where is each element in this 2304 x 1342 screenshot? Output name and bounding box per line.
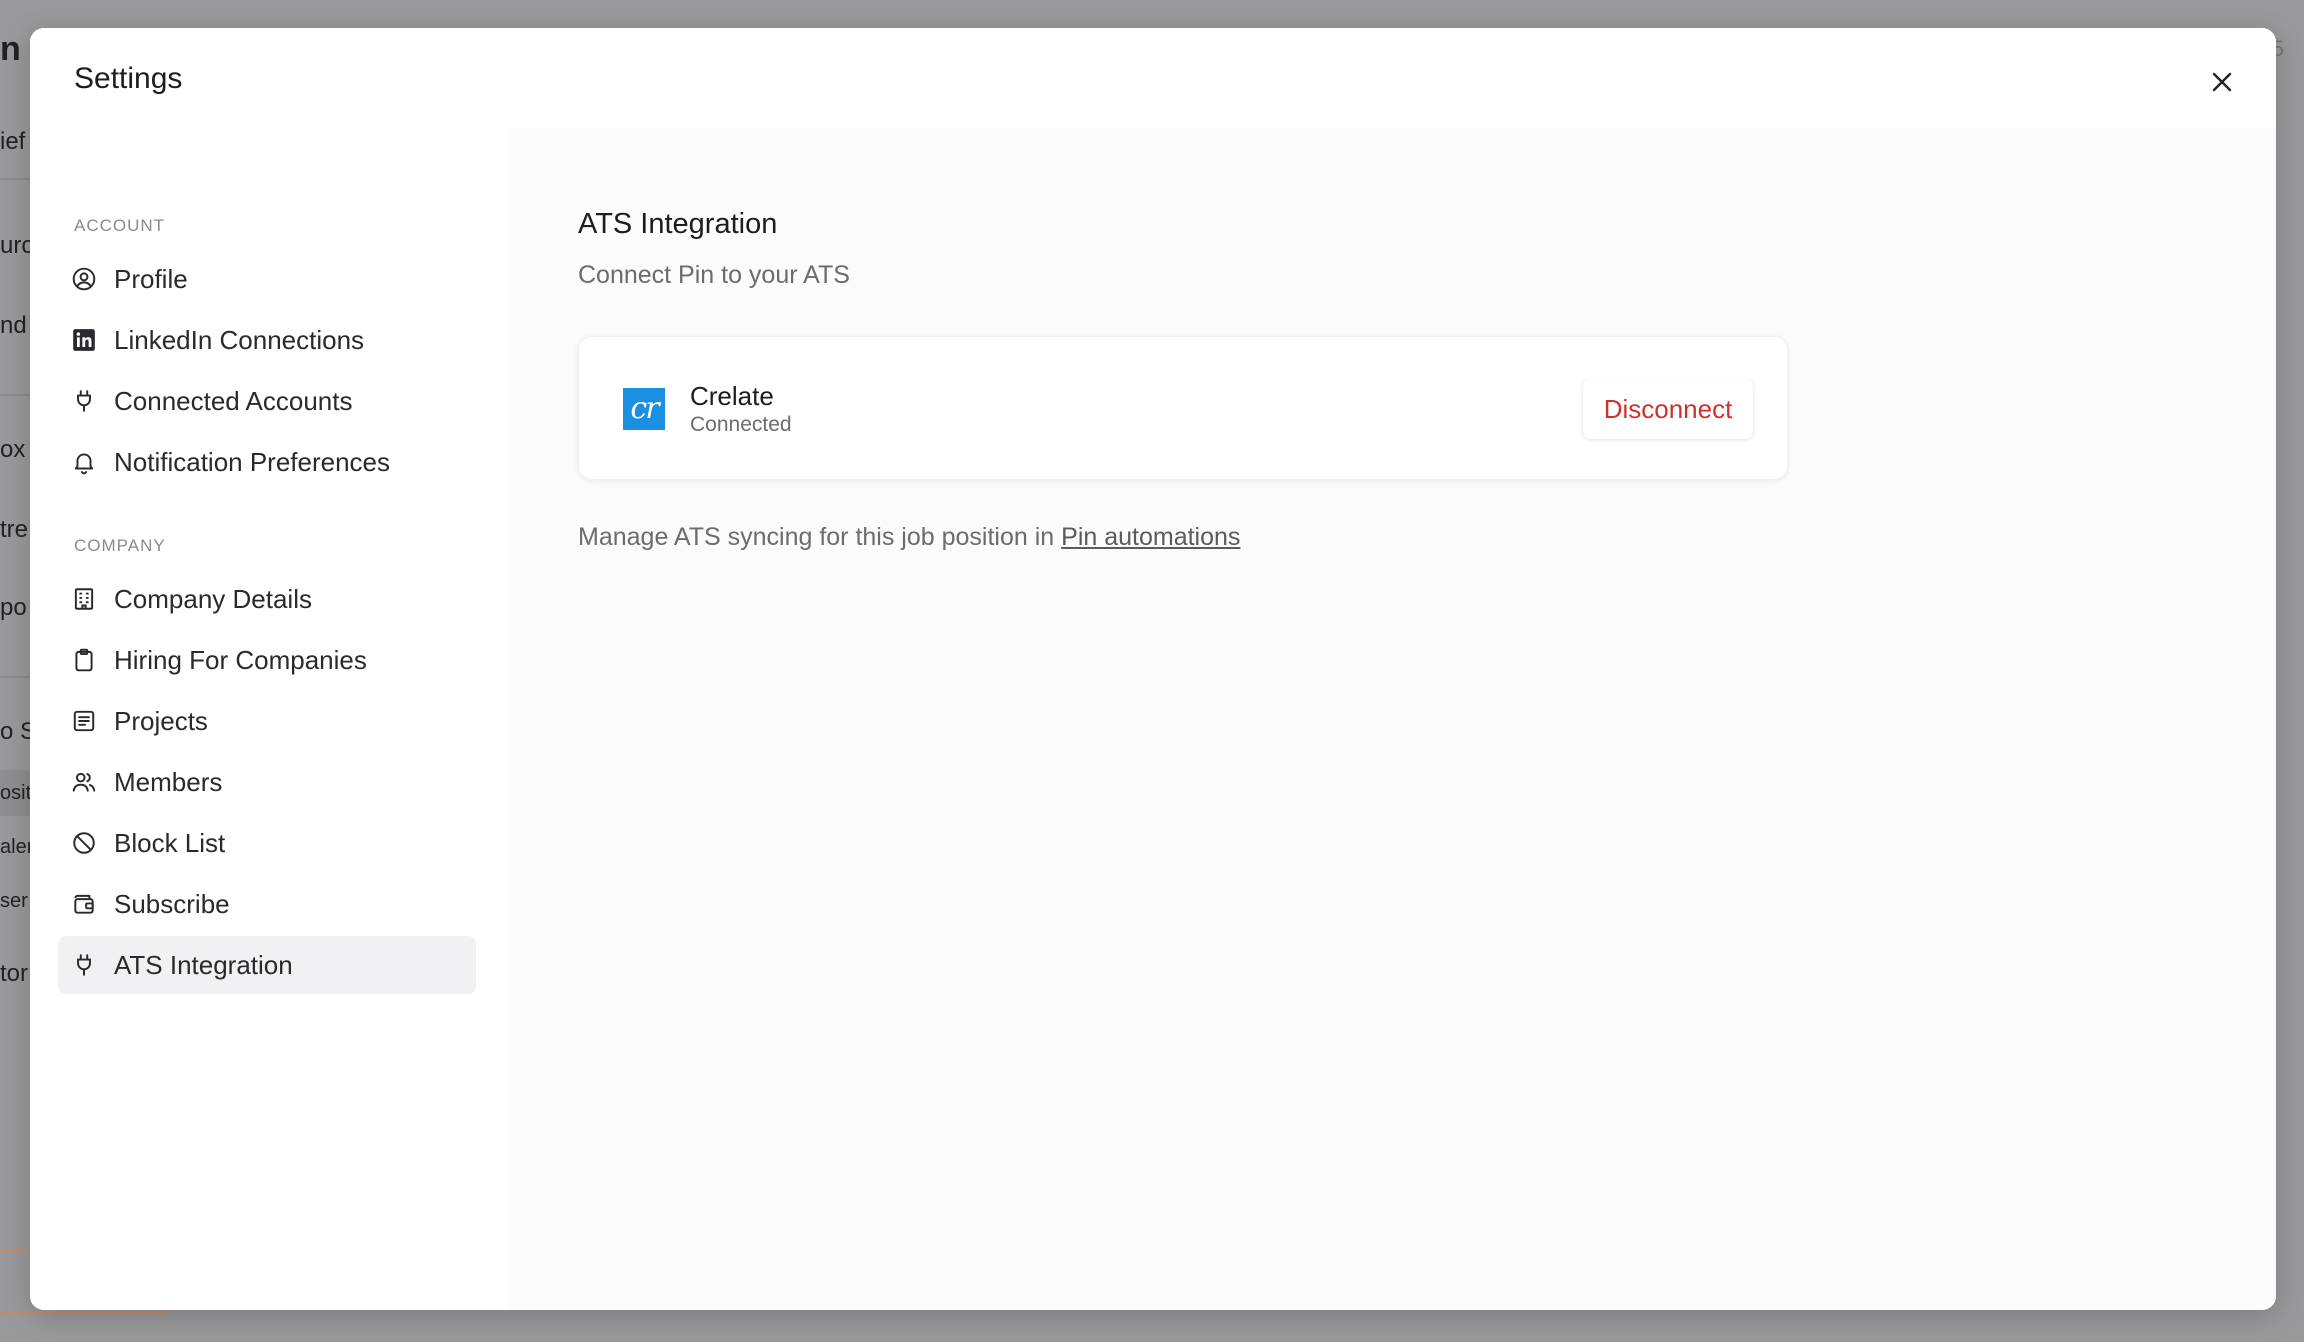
manage-ats-label: Manage ATS syncing for this job position… xyxy=(578,523,1055,551)
bg-fragment: n xyxy=(0,30,21,68)
settings-modal: Settings ACCOUNT Profile LinkedIn Connec… xyxy=(30,28,2276,1310)
bg-fragment: osit xyxy=(0,782,32,804)
bg-fragment: tre xyxy=(0,516,29,543)
section-label-account: ACCOUNT xyxy=(74,216,166,235)
wallet-icon xyxy=(70,890,98,918)
bg-fragment: aler xyxy=(0,836,34,858)
plug-icon xyxy=(70,951,98,979)
sidebar-item-hiring-for-companies[interactable]: Hiring For Companies xyxy=(58,631,476,689)
linkedin-icon xyxy=(70,326,98,354)
clipboard-icon xyxy=(70,646,98,674)
bg-fragment: ief xyxy=(0,128,26,155)
bg-fragment: urc xyxy=(0,232,34,259)
list-icon xyxy=(70,707,98,735)
bg-divider xyxy=(0,394,30,396)
sidebar-item-profile[interactable]: Profile xyxy=(58,250,476,308)
sidebar-item-linkedin[interactable]: LinkedIn Connections xyxy=(58,311,476,369)
bg-fragment: tor xyxy=(0,960,29,987)
sidebar-item-label: ATS Integration xyxy=(114,949,293,980)
page-subtitle: Connect Pin to your ATS xyxy=(578,261,850,289)
section-label-company: COMPANY xyxy=(74,536,166,555)
bg-fragment: ox xyxy=(0,436,26,463)
bg-fragment: po xyxy=(0,594,27,621)
user-circle-icon xyxy=(70,265,98,293)
sidebar-item-label: Block List xyxy=(114,827,226,858)
crelate-logo: cr xyxy=(623,388,665,430)
settings-sidebar: ACCOUNT Profile LinkedIn Connections Con… xyxy=(30,128,508,1310)
settings-content: ATS Integration Connect Pin to your ATS … xyxy=(508,128,2276,1310)
bg-divider xyxy=(0,676,30,678)
sidebar-item-label: Members xyxy=(114,766,223,797)
bg-fragment: nd xyxy=(0,312,27,339)
ats-status: Connected xyxy=(690,413,792,436)
bg-divider xyxy=(0,178,30,180)
sidebar-item-label: Company Details xyxy=(114,583,312,614)
sidebar-item-label: Notification Preferences xyxy=(114,446,391,477)
sidebar-item-company-details[interactable]: Company Details xyxy=(58,570,476,628)
sidebar-item-notification-preferences[interactable]: Notification Preferences xyxy=(58,433,476,491)
building-icon xyxy=(70,585,98,613)
modal-title: Settings xyxy=(74,62,183,95)
close-button[interactable] xyxy=(2204,64,2240,100)
sidebar-item-members[interactable]: Members xyxy=(58,753,476,811)
ats-name: Crelate xyxy=(690,381,774,411)
sidebar-item-label: Projects xyxy=(114,705,208,736)
sidebar-item-label: Profile xyxy=(114,263,188,294)
page-title: ATS Integration xyxy=(578,208,778,240)
disconnect-button[interactable]: Disconnect xyxy=(1583,379,1753,439)
sidebar-item-label: Subscribe xyxy=(114,888,230,919)
users-icon xyxy=(70,768,98,796)
manage-ats-text: Manage ATS syncing for this job position… xyxy=(578,523,1240,552)
sidebar-item-ats-integration[interactable]: ATS Integration xyxy=(58,936,476,994)
sidebar-item-subscribe[interactable]: Subscribe xyxy=(58,875,476,933)
ban-icon xyxy=(70,829,98,857)
sidebar-item-projects[interactable]: Projects xyxy=(58,692,476,750)
sidebar-item-label: Hiring For Companies xyxy=(114,644,367,675)
ats-integration-card: cr Crelate Connected Disconnect xyxy=(578,336,1788,480)
bg-fragment: ser xyxy=(0,890,28,912)
plug-icon xyxy=(70,387,98,415)
sidebar-item-label: Connected Accounts xyxy=(114,385,353,416)
sidebar-item-label: LinkedIn Connections xyxy=(114,324,365,355)
pin-automations-link[interactable]: Pin automations xyxy=(1061,523,1240,551)
close-icon xyxy=(2212,72,2232,92)
modal-header: Settings xyxy=(30,28,2276,128)
bell-icon xyxy=(70,448,98,476)
sidebar-item-connected-accounts[interactable]: Connected Accounts xyxy=(58,372,476,430)
sidebar-item-block-list[interactable]: Block List xyxy=(58,814,476,872)
